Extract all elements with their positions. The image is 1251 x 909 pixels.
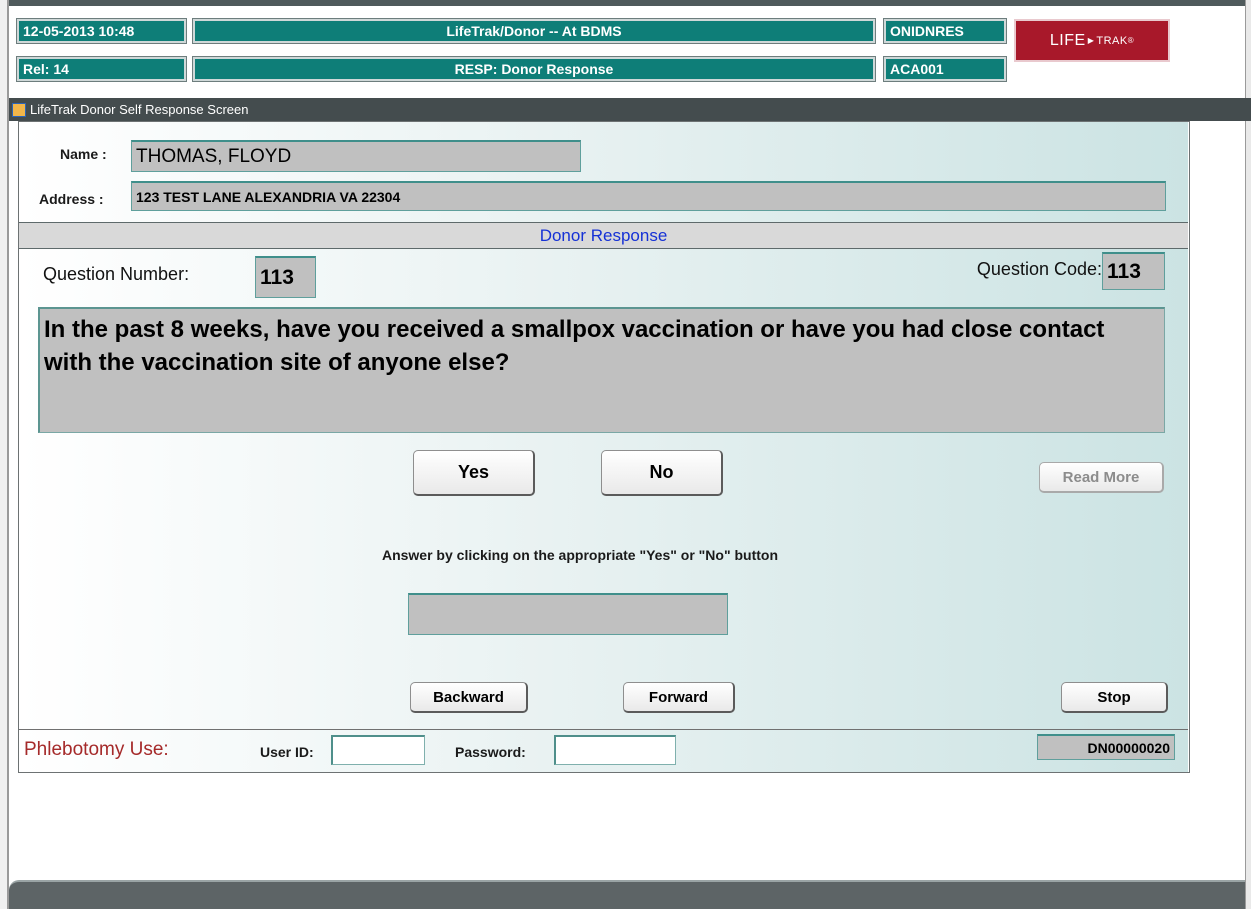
logo-text: LIFE (1049, 31, 1086, 49)
question-text: In the past 8 weeks, have you received a… (38, 307, 1165, 433)
answer-instruction: Answer by clicking on the appropriate "Y… (381, 547, 779, 563)
status-bar (9, 880, 1245, 909)
password-label: Password: (455, 744, 526, 760)
datetime-field: 12-05-2013 10:48 (16, 18, 187, 44)
release-field: Rel: 14 (16, 56, 187, 82)
window-frame-top (9, 0, 1251, 7)
section-title: Donor Response (19, 222, 1188, 249)
stop-button[interactable]: Stop (1061, 682, 1168, 713)
logo-small-text: TRAK (1096, 34, 1128, 47)
question-code-field: 113 (1102, 252, 1165, 290)
address-field: 123 TEST LANE ALEXANDRIA VA 22304 (131, 181, 1166, 211)
answer-field (408, 593, 728, 635)
question-code-label: Question Code: (976, 259, 1102, 279)
form-panel (19, 122, 1188, 772)
divider (19, 729, 1188, 730)
screen-title: RESP: Donor Response (192, 56, 876, 82)
logo-arrow-icon: ▶ (1087, 36, 1095, 45)
question-number-field: 113 (255, 256, 316, 298)
lifetrak-logo: LIFE ▶ TRAK ® (1014, 19, 1170, 62)
user-id-label: User ID: (260, 744, 314, 760)
phlebotomy-label: Phlebotomy Use: (24, 739, 169, 760)
window-title: LifeTrak Donor Self Response Screen (30, 102, 249, 117)
user-id-input[interactable] (331, 735, 425, 765)
form-code: ONIDNRES (883, 18, 1007, 44)
no-button[interactable]: No (601, 450, 723, 496)
window-title-bar: LifeTrak Donor Self Response Screen (9, 98, 1251, 121)
record-id-field: DN00000020 (1037, 734, 1175, 760)
read-more-button[interactable]: Read More (1039, 462, 1164, 493)
logo-registered: ® (1127, 36, 1135, 45)
user-code: ACA001 (883, 56, 1007, 82)
backward-button[interactable]: Backward (410, 682, 528, 713)
yes-button[interactable]: Yes (413, 450, 535, 496)
app-title: LifeTrak/Donor -- At BDMS (192, 18, 876, 44)
address-label: Address : (39, 191, 104, 207)
question-number-label: Question Number: (43, 264, 190, 284)
window-app-icon (12, 102, 26, 117)
window-frame-right (1245, 0, 1251, 909)
name-field: THOMAS, FLOYD (131, 140, 581, 172)
name-label: Name : (60, 146, 107, 162)
forward-button[interactable]: Forward (623, 682, 735, 713)
window-frame-left (0, 0, 9, 909)
password-input[interactable] (554, 735, 676, 765)
